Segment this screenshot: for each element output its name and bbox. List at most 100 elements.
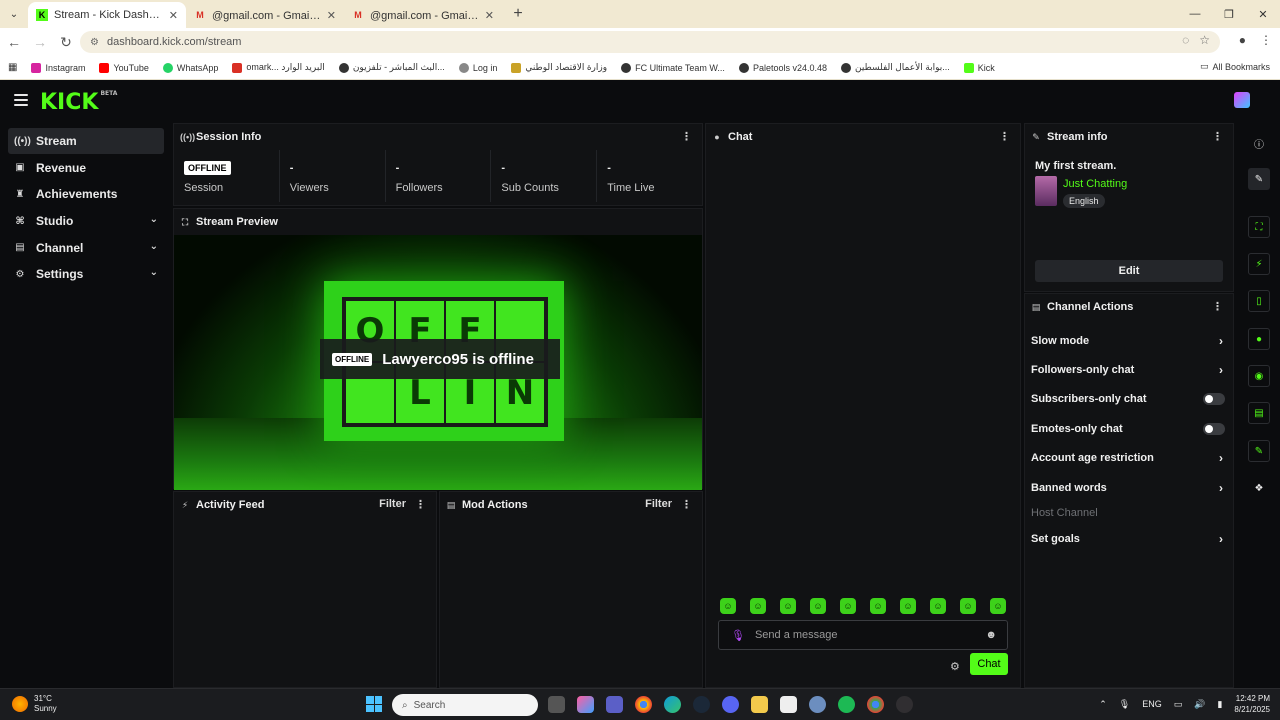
site-info-icon[interactable]: ⚙	[90, 37, 99, 48]
back-icon[interactable]: ←	[2, 30, 26, 54]
url-input[interactable]: ⚙ dashboard.kick.com/stream	[80, 31, 1220, 53]
close-window-icon[interactable]: ✕	[1246, 0, 1280, 28]
bookmark-live-tv[interactable]: البث المباشر - تلفزيون...	[338, 62, 445, 73]
emote-icon[interactable]: ☺	[960, 598, 976, 614]
emote-icon[interactable]: ☺	[810, 598, 826, 614]
banned-words-item[interactable]: Banned words ›	[1025, 473, 1233, 502]
chrome-icon[interactable]	[635, 696, 652, 713]
microphone-icon[interactable]: 🎙	[731, 629, 745, 642]
emote-icon[interactable]: ☺	[720, 598, 736, 614]
sidebar-item-achievements[interactable]: ♜ Achievements	[8, 181, 164, 207]
emote-icon[interactable]: ☺	[750, 598, 766, 614]
task-view-icon[interactable]	[548, 696, 565, 713]
chat-message-input[interactable]: 🎙 Send a message ☻	[718, 620, 1008, 650]
slow-mode-item[interactable]: Slow mode ›	[1025, 326, 1233, 355]
emote-icon[interactable]: ☺	[900, 598, 916, 614]
sidebar-item-revenue[interactable]: ▣ Revenue	[8, 155, 164, 181]
sidebar-item-studio[interactable]: ⌘ Studio ⌄	[8, 208, 164, 234]
bookmark-instagram[interactable]: Instagram	[31, 62, 85, 73]
bookmark-kick[interactable]: Kick	[963, 62, 995, 73]
discord-icon[interactable]	[722, 696, 739, 713]
kebab-menu-icon[interactable]: ⋮	[681, 130, 692, 143]
emote-icon[interactable]: ☺	[930, 598, 946, 614]
teams-icon[interactable]	[606, 696, 623, 713]
tab-kick-dashboard[interactable]: K Stream - Kick Dashboard ✕	[28, 2, 186, 28]
pencil-icon[interactable]: ✎	[1248, 168, 1270, 190]
apps-grid-icon[interactable]: ▦	[8, 62, 17, 73]
file-explorer-icon[interactable]	[751, 696, 768, 713]
edit-stream-button[interactable]: Edit	[1035, 260, 1223, 282]
spotify-icon[interactable]	[838, 696, 855, 713]
emote-icon[interactable]: ☺	[780, 598, 796, 614]
bookmark-whatsapp[interactable]: WhatsApp	[162, 62, 218, 73]
bookmark-gmail[interactable]: omark... البريد الوارد	[232, 62, 325, 73]
network-icon[interactable]: ▭	[1174, 699, 1183, 710]
mod-icon[interactable]: ▤	[1248, 402, 1270, 424]
emotes-only-toggle[interactable]	[1203, 422, 1225, 435]
kick-logo[interactable]: KICK BETA	[40, 90, 117, 115]
profile-icon[interactable]: ●	[1239, 33, 1246, 47]
preview-icon[interactable]: ⛶	[1248, 216, 1270, 238]
volume-icon[interactable]: 🔊	[1194, 699, 1205, 710]
bookmark-youtube[interactable]: YouTube	[99, 62, 149, 73]
reload-icon[interactable]: ↻	[54, 30, 78, 54]
restore-icon[interactable]: ❐	[1212, 0, 1246, 28]
kebab-menu-icon[interactable]: ⋮	[415, 498, 426, 511]
settings-icon[interactable]	[809, 696, 826, 713]
all-bookmarks-button[interactable]: ▭ All Bookmarks	[1200, 61, 1270, 72]
battery-icon[interactable]: ▮	[1217, 699, 1222, 710]
emote-icon[interactable]: ☺	[840, 598, 856, 614]
taskbar-search[interactable]: ⌕ Search	[392, 694, 538, 716]
kebab-menu-icon[interactable]: ⋮	[1212, 300, 1223, 313]
bookmark-business-portal[interactable]: بوابة الأعمال الفلسطين...	[841, 62, 950, 73]
obs-icon[interactable]	[896, 696, 913, 713]
tab-close-icon[interactable]: ✕	[485, 9, 494, 22]
microphone-icon[interactable]: 🎙	[1119, 699, 1130, 710]
widgets-icon[interactable]: ❖	[1248, 477, 1270, 499]
bolt-icon[interactable]: ⚡	[1248, 253, 1270, 275]
copilot-icon[interactable]	[577, 696, 594, 713]
tab-gmail-1[interactable]: M @gmail.com - Gmail البريد الوارد ✕	[186, 2, 344, 28]
broadcast-icon[interactable]: ◉	[1248, 365, 1270, 387]
bookmark-fc-ultimate[interactable]: FC Ultimate Team W...	[621, 62, 725, 73]
bookmark-ministry[interactable]: وزارة الاقتصاد الوطني	[511, 62, 607, 73]
tab-close-icon[interactable]: ✕	[327, 9, 336, 22]
emoji-picker-icon[interactable]: ☻	[985, 629, 997, 641]
info-icon[interactable]: ⓘ	[1248, 132, 1270, 154]
minimize-icon[interactable]: —	[1178, 0, 1212, 28]
document-icon[interactable]: ▯	[1248, 290, 1270, 312]
emote-icon[interactable]: ☺	[870, 598, 886, 614]
subscribers-only-toggle[interactable]	[1203, 393, 1225, 406]
tab-search-icon[interactable]: ⌄	[4, 4, 24, 24]
clock[interactable]: 12:42 PM 8/21/2025	[1234, 693, 1270, 715]
kebab-menu-icon[interactable]: ⋮	[999, 130, 1010, 143]
followers-only-chat-item[interactable]: Followers-only chat ›	[1025, 355, 1233, 384]
hamburger-menu-icon[interactable]	[14, 94, 28, 106]
sidebar-item-stream[interactable]: ((•)) Stream	[8, 128, 164, 154]
kebab-menu-icon[interactable]: ⋮	[1212, 130, 1223, 143]
forward-icon[interactable]: →	[28, 30, 52, 54]
emote-icon[interactable]: ☺	[990, 598, 1006, 614]
bookmark-login[interactable]: Log in	[458, 62, 497, 73]
language-indicator[interactable]: ENG	[1142, 699, 1162, 709]
user-avatar[interactable]	[1234, 92, 1250, 108]
cast-icon[interactable]: ◌	[1182, 33, 1189, 47]
edge-icon[interactable]	[664, 696, 681, 713]
chevron-up-icon[interactable]: ⌃	[1099, 699, 1107, 710]
mod-filter-button[interactable]: Filter	[645, 498, 672, 510]
stream-preview-video[interactable]: O F F L I N OFFLINE Lawyerco95 is offlin…	[174, 235, 702, 490]
kebab-menu-icon[interactable]: ⋮	[681, 498, 692, 511]
set-goals-item[interactable]: Set goals ›	[1025, 524, 1233, 553]
stream-category[interactable]: Just Chatting	[1063, 178, 1127, 190]
chat-send-button[interactable]: Chat	[970, 653, 1008, 675]
new-tab-button[interactable]: +	[506, 2, 530, 26]
browser-menu-icon[interactable]: ⋮	[1260, 33, 1272, 47]
sidebar-item-channel[interactable]: ▤ Channel ⌄	[8, 235, 164, 261]
store-icon[interactable]	[780, 696, 797, 713]
chrome-active-icon[interactable]	[867, 696, 884, 713]
sidebar-item-settings[interactable]: ⚙ Settings ⌄	[8, 261, 164, 287]
windows-start-icon[interactable]	[366, 696, 382, 712]
account-age-restriction-item[interactable]: Account age restriction ›	[1025, 444, 1233, 473]
chat-bubble-icon[interactable]: ●	[1248, 328, 1270, 350]
wrench-icon[interactable]: ✎	[1248, 440, 1270, 462]
